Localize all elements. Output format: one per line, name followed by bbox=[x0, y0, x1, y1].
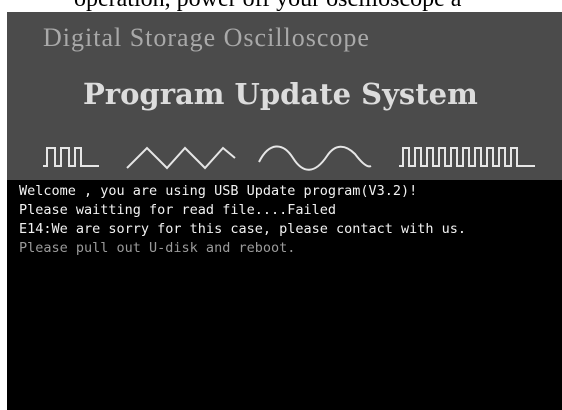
square-wave-icon bbox=[399, 147, 535, 167]
update-system-header: Digital Storage Oscilloscope Program Upd… bbox=[7, 12, 562, 180]
console-line-read-status: Please waitting for read file....Failed bbox=[19, 202, 336, 218]
console-line-error: E14:We are sorry for this case, please c… bbox=[19, 221, 467, 237]
cropped-document-text: operation, power off your oscilloscope a bbox=[74, 0, 461, 12]
oscilloscope-screen: Digital Storage Oscilloscope Program Upd… bbox=[7, 12, 562, 410]
update-console-log: Welcome , you are using USB Update progr… bbox=[19, 182, 559, 258]
console-line-instruction: Please pull out U-disk and reboot. bbox=[19, 240, 296, 256]
cropped-document-text-region: operation, power off your oscilloscope a bbox=[0, 0, 562, 12]
waveform-banner bbox=[43, 145, 535, 171]
page-title: Program Update System bbox=[83, 77, 478, 111]
square-pulse-icon bbox=[43, 147, 99, 167]
triangle-wave-icon bbox=[126, 146, 236, 170]
sine-wave-icon bbox=[258, 145, 372, 171]
device-subtitle: Digital Storage Oscilloscope bbox=[43, 23, 370, 52]
console-line-welcome: Welcome , you are using USB Update progr… bbox=[19, 183, 418, 199]
